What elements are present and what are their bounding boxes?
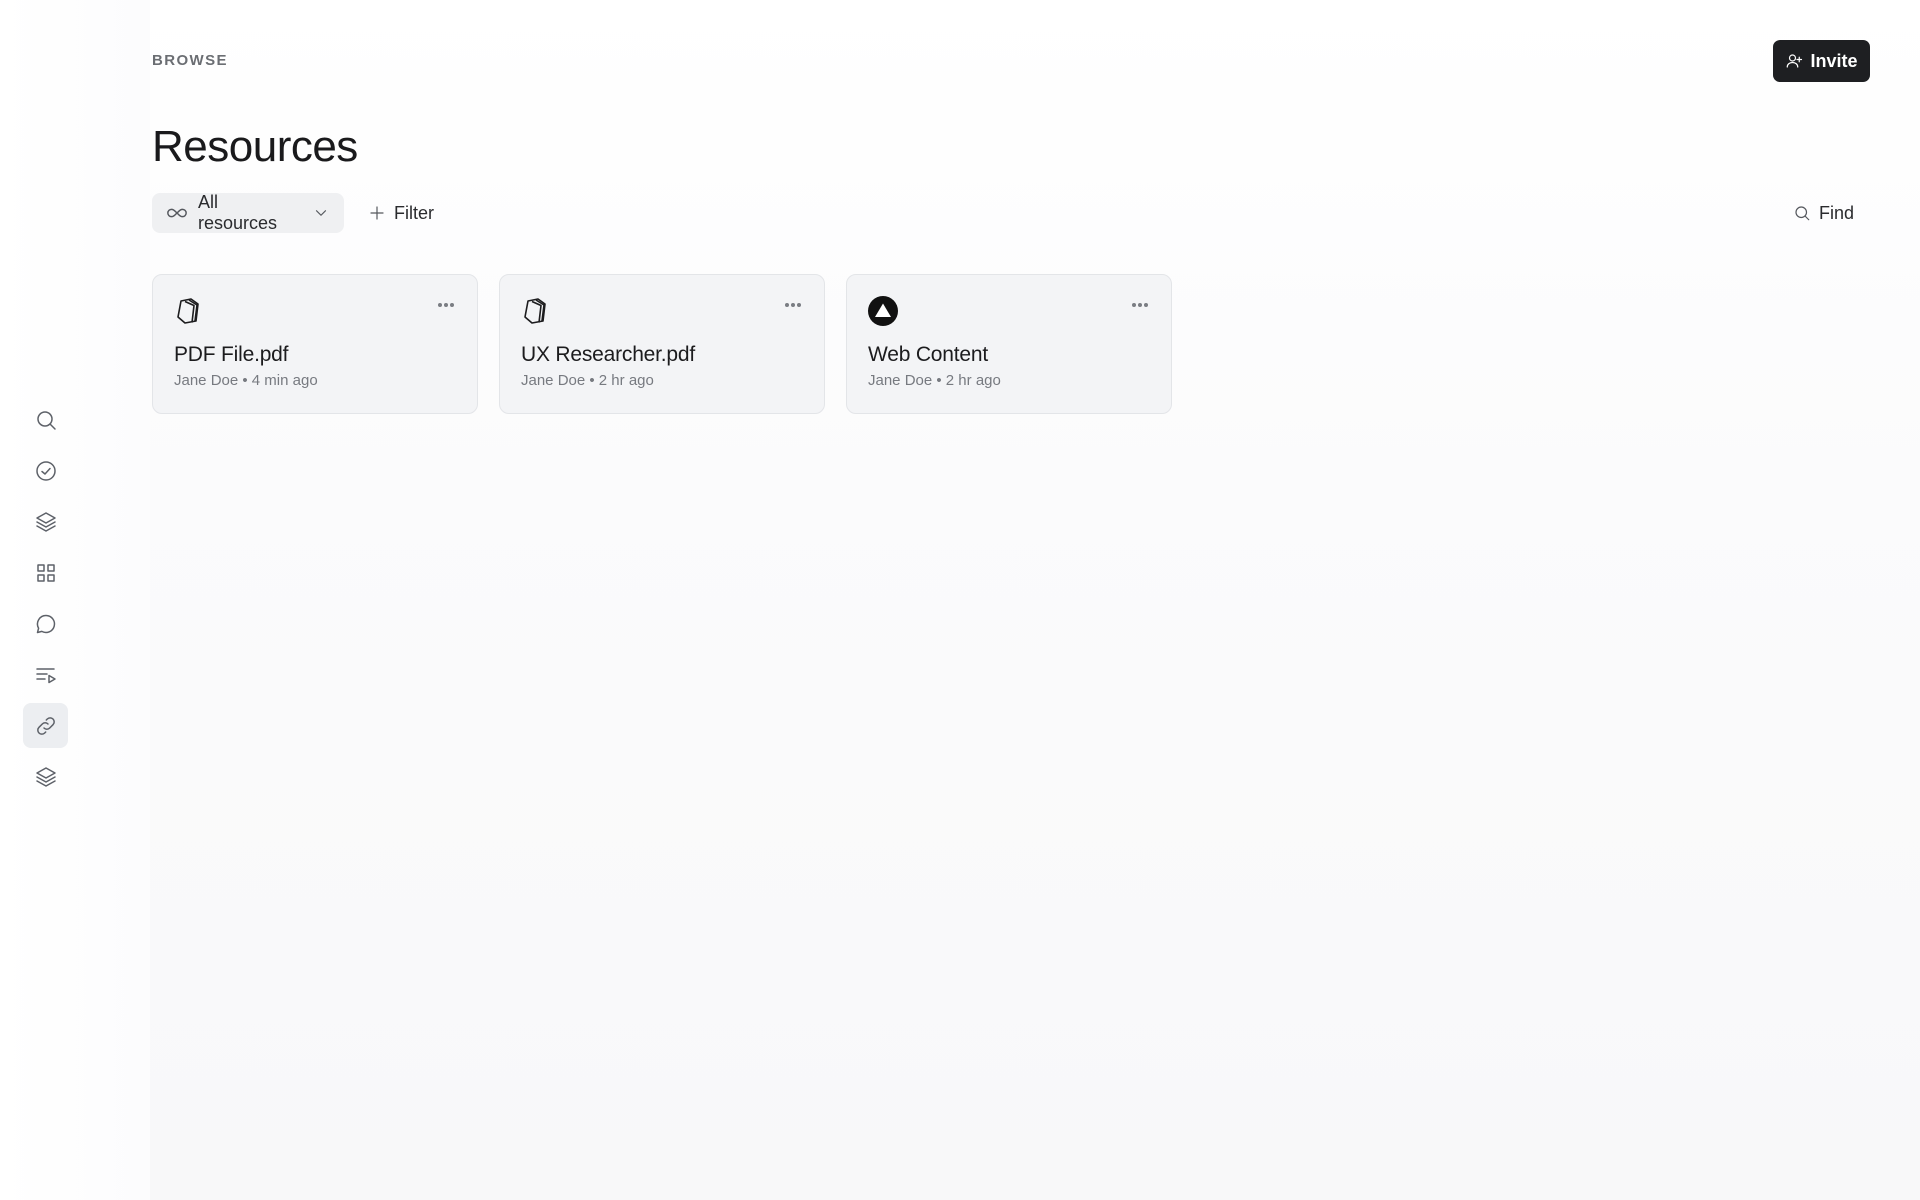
sidebar [0,0,150,1200]
search-icon [36,410,56,430]
section-label: BROWSE [152,52,228,69]
resource-meta: Jane Doe • 2 hr ago [868,372,1001,389]
resource-grid: PDF File.pdf Jane Doe • 4 min ago UX Res… [152,274,1172,414]
invite-label: Invite [1810,50,1858,71]
infinity-icon [167,208,187,218]
user-plus-icon [1787,54,1803,68]
scope-label: All resources [198,192,278,233]
link-icon [36,716,55,735]
pdf-stack-icon [524,298,546,324]
resource-card[interactable]: UX Researcher.pdf Jane Doe • 2 hr ago [499,274,825,414]
more-options-button[interactable] [433,297,459,313]
grid-icon [36,563,55,582]
plus-icon [370,206,384,220]
nav-chat[interactable] [23,601,68,646]
layers-icon [35,766,56,787]
chevron-down-icon [315,210,327,216]
find-button[interactable]: Find [1793,193,1854,233]
chat-bubble-icon [36,614,55,633]
resource-title: UX Researcher.pdf [521,343,696,366]
more-options-button[interactable] [780,297,806,313]
resource-title: Web Content [868,343,988,366]
page-title: Resources [152,122,358,171]
nav-layers[interactable] [23,499,68,544]
sidebar-nav [23,397,68,799]
nav-stacks[interactable] [23,754,68,799]
web-triangle-icon [868,296,898,326]
resource-title: PDF File.pdf [174,343,289,366]
nav-search[interactable] [23,397,68,442]
nav-playlist[interactable] [23,652,68,697]
resource-card[interactable]: Web Content Jane Doe • 2 hr ago [846,274,1172,414]
filter-button[interactable]: Filter [366,193,436,233]
resource-meta: Jane Doe • 2 hr ago [521,372,654,389]
layers-icon [35,511,56,532]
resource-card[interactable]: PDF File.pdf Jane Doe • 4 min ago [152,274,478,414]
search-icon [1795,206,1810,221]
invite-button[interactable]: Invite [1773,40,1870,82]
pdf-stack-icon [177,298,199,324]
find-label: Find [1819,202,1855,223]
filter-label: Filter [394,202,434,223]
nav-resources[interactable] [23,703,68,748]
nav-apps[interactable] [23,550,68,595]
playlist-icon [35,667,56,683]
nav-tasks[interactable] [23,448,68,493]
resource-scope-dropdown[interactable]: All resources [152,192,344,233]
resource-meta: Jane Doe • 4 min ago [174,372,318,389]
more-options-button[interactable] [1127,297,1153,313]
check-circle-icon [35,460,56,481]
